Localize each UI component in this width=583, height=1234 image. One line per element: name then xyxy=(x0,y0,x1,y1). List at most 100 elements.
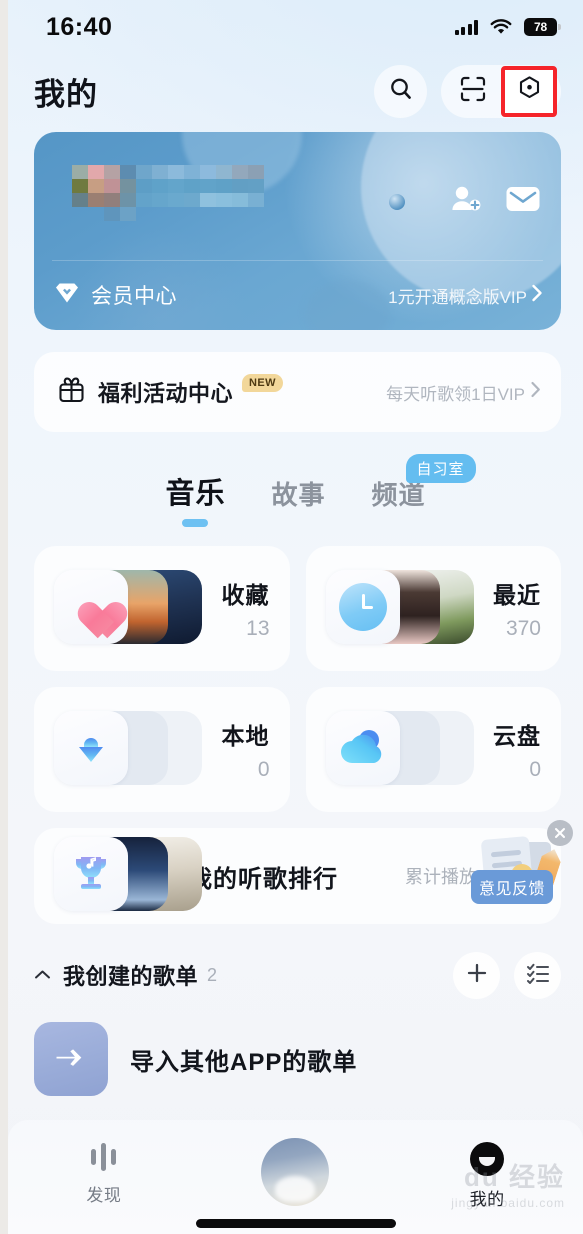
tab-channel[interactable]: 频道 自习室 xyxy=(371,454,476,518)
tab-music[interactable]: 音乐 xyxy=(165,470,225,518)
avatar-icon xyxy=(470,1142,505,1176)
card-title: 收藏 xyxy=(221,582,270,608)
search-icon xyxy=(388,76,414,107)
masked-row xyxy=(72,165,264,179)
wifi-icon xyxy=(490,19,512,35)
masked-row xyxy=(72,207,264,221)
thumbnail-front xyxy=(54,710,128,785)
card-title: 云盘 xyxy=(493,723,541,749)
card-count: 13 xyxy=(246,617,270,640)
thumbnail-front xyxy=(325,569,400,644)
thumbnail-stack xyxy=(325,569,474,648)
card-count: 0 xyxy=(257,758,270,781)
manage-playlists-button[interactable] xyxy=(514,951,561,999)
masked-row xyxy=(72,179,264,193)
library-grid: 收藏 13 最近 370 本地 0 云盘 0 xyxy=(34,546,561,812)
thumbnail-front xyxy=(325,710,400,785)
scan-button[interactable] xyxy=(447,68,499,115)
mail-icon[interactable] xyxy=(505,185,541,218)
card-recent[interactable]: 最近 370 xyxy=(305,546,561,671)
vip-promo[interactable]: 1元开通概念版VIP xyxy=(388,283,543,308)
tab-story[interactable]: 故事 xyxy=(271,475,325,518)
gift-icon xyxy=(58,376,85,408)
created-playlists-count: 2 xyxy=(207,964,218,985)
card-local[interactable]: 本地 0 xyxy=(34,687,290,812)
clock-icon xyxy=(338,582,387,631)
chevron-right-icon xyxy=(530,381,541,403)
thumbnail-front xyxy=(54,569,128,644)
thumbnail-front xyxy=(54,837,128,911)
new-badge: NEW xyxy=(242,374,283,392)
bottom-navigation: 发现 我的 xyxy=(8,1120,583,1234)
profile-actions xyxy=(449,184,541,219)
left-edge-strip xyxy=(0,0,8,1234)
cloud-icon xyxy=(338,727,388,769)
nav-label: 发现 xyxy=(86,1186,122,1205)
heart-icon xyxy=(69,587,113,627)
waveform-icon xyxy=(91,1142,117,1172)
content-tabs: 音乐 故事 频道 自习室 xyxy=(8,454,583,518)
vip-entry-row[interactable]: 会员中心 1元开通概念版VIP xyxy=(54,272,543,318)
welfare-subtitle-group: 每天听歌领1日VIP xyxy=(386,380,541,405)
status-time: 16:40 xyxy=(46,12,113,41)
nav-item-player[interactable] xyxy=(235,1138,355,1206)
import-playlist-row[interactable]: 导入其他APP的歌单 xyxy=(34,1018,561,1100)
nav-label: 我的 xyxy=(469,1190,505,1209)
tab-badge-study-room: 自习室 xyxy=(405,454,476,483)
welfare-subtitle: 每天听歌领1日VIP xyxy=(386,384,525,404)
created-playlists-actions xyxy=(453,951,561,999)
masked-row xyxy=(72,193,264,207)
settings-button[interactable] xyxy=(501,65,557,117)
header-actions xyxy=(374,64,561,118)
card-count: 370 xyxy=(505,617,541,640)
thumbnail-stack xyxy=(325,710,474,789)
import-playlist-label: 导入其他APP的歌单 xyxy=(130,1048,358,1076)
scan-icon xyxy=(460,76,486,107)
chevron-right-icon xyxy=(531,284,543,307)
card-favorites[interactable]: 收藏 13 xyxy=(34,546,290,671)
created-playlists-header: 我创建的歌单 2 xyxy=(34,946,561,1004)
card-text: 云盘 0 xyxy=(493,717,547,782)
card-text: 收藏 13 xyxy=(222,576,276,641)
feedback-widget[interactable]: # 意见反馈 xyxy=(471,820,575,906)
album-art-icon xyxy=(261,1138,330,1206)
feedback-close-button[interactable] xyxy=(547,820,573,846)
add-friend-icon[interactable] xyxy=(449,184,483,219)
welfare-title: 福利活动中心 xyxy=(98,381,234,406)
add-playlist-button[interactable] xyxy=(453,951,500,999)
chevron-up-icon[interactable] xyxy=(34,967,51,984)
rank-title: 我的听歌排行 xyxy=(188,865,338,893)
tab-label: 故事 xyxy=(271,480,326,510)
card-text: 最近 370 xyxy=(493,576,547,641)
list-manage-icon xyxy=(526,962,550,989)
battery-icon: 78 xyxy=(524,18,561,36)
tab-label: 音乐 xyxy=(165,478,226,510)
settings-hexagon-icon xyxy=(516,75,543,107)
card-text: 本地 0 xyxy=(222,717,276,782)
welfare-activity-row[interactable]: 福利活动中心 NEW 每天听歌领1日VIP xyxy=(34,352,561,432)
nav-item-discover[interactable]: 发现 xyxy=(44,1142,164,1206)
feedback-label: 意见反馈 xyxy=(471,870,554,904)
vip-diamond-icon xyxy=(54,282,80,309)
vip-left: 会员中心 xyxy=(54,280,177,310)
card-count: 0 xyxy=(529,758,541,781)
decorative-bubble xyxy=(389,194,405,210)
page-title: 我的 xyxy=(34,76,98,112)
card-title: 本地 xyxy=(221,723,270,749)
home-indicator xyxy=(195,1219,396,1228)
card-cloud[interactable]: 云盘 0 xyxy=(305,687,561,812)
status-bar: 16:40 78 xyxy=(8,0,583,54)
vip-center-label: 会员中心 xyxy=(91,285,177,308)
app-screen: 16:40 78 我的 会员中心 1元开通概念版VIP 福利活动中心 NEW 每… xyxy=(8,0,583,1234)
tab-label: 频道 xyxy=(371,480,426,510)
search-button[interactable] xyxy=(374,64,427,118)
thumbnail-stack xyxy=(54,710,202,789)
profile-card[interactable]: 会员中心 1元开通概念版VIP xyxy=(34,132,561,330)
masked-user-info xyxy=(72,165,264,221)
signal-bars-icon xyxy=(454,19,478,35)
nav-item-mine[interactable]: 我的 xyxy=(427,1142,547,1210)
thumbnail-stack xyxy=(54,837,202,915)
created-playlists-title: 我创建的歌单 xyxy=(63,964,199,989)
page-header: 我的 xyxy=(8,54,583,128)
status-indicators: 78 xyxy=(454,18,561,36)
